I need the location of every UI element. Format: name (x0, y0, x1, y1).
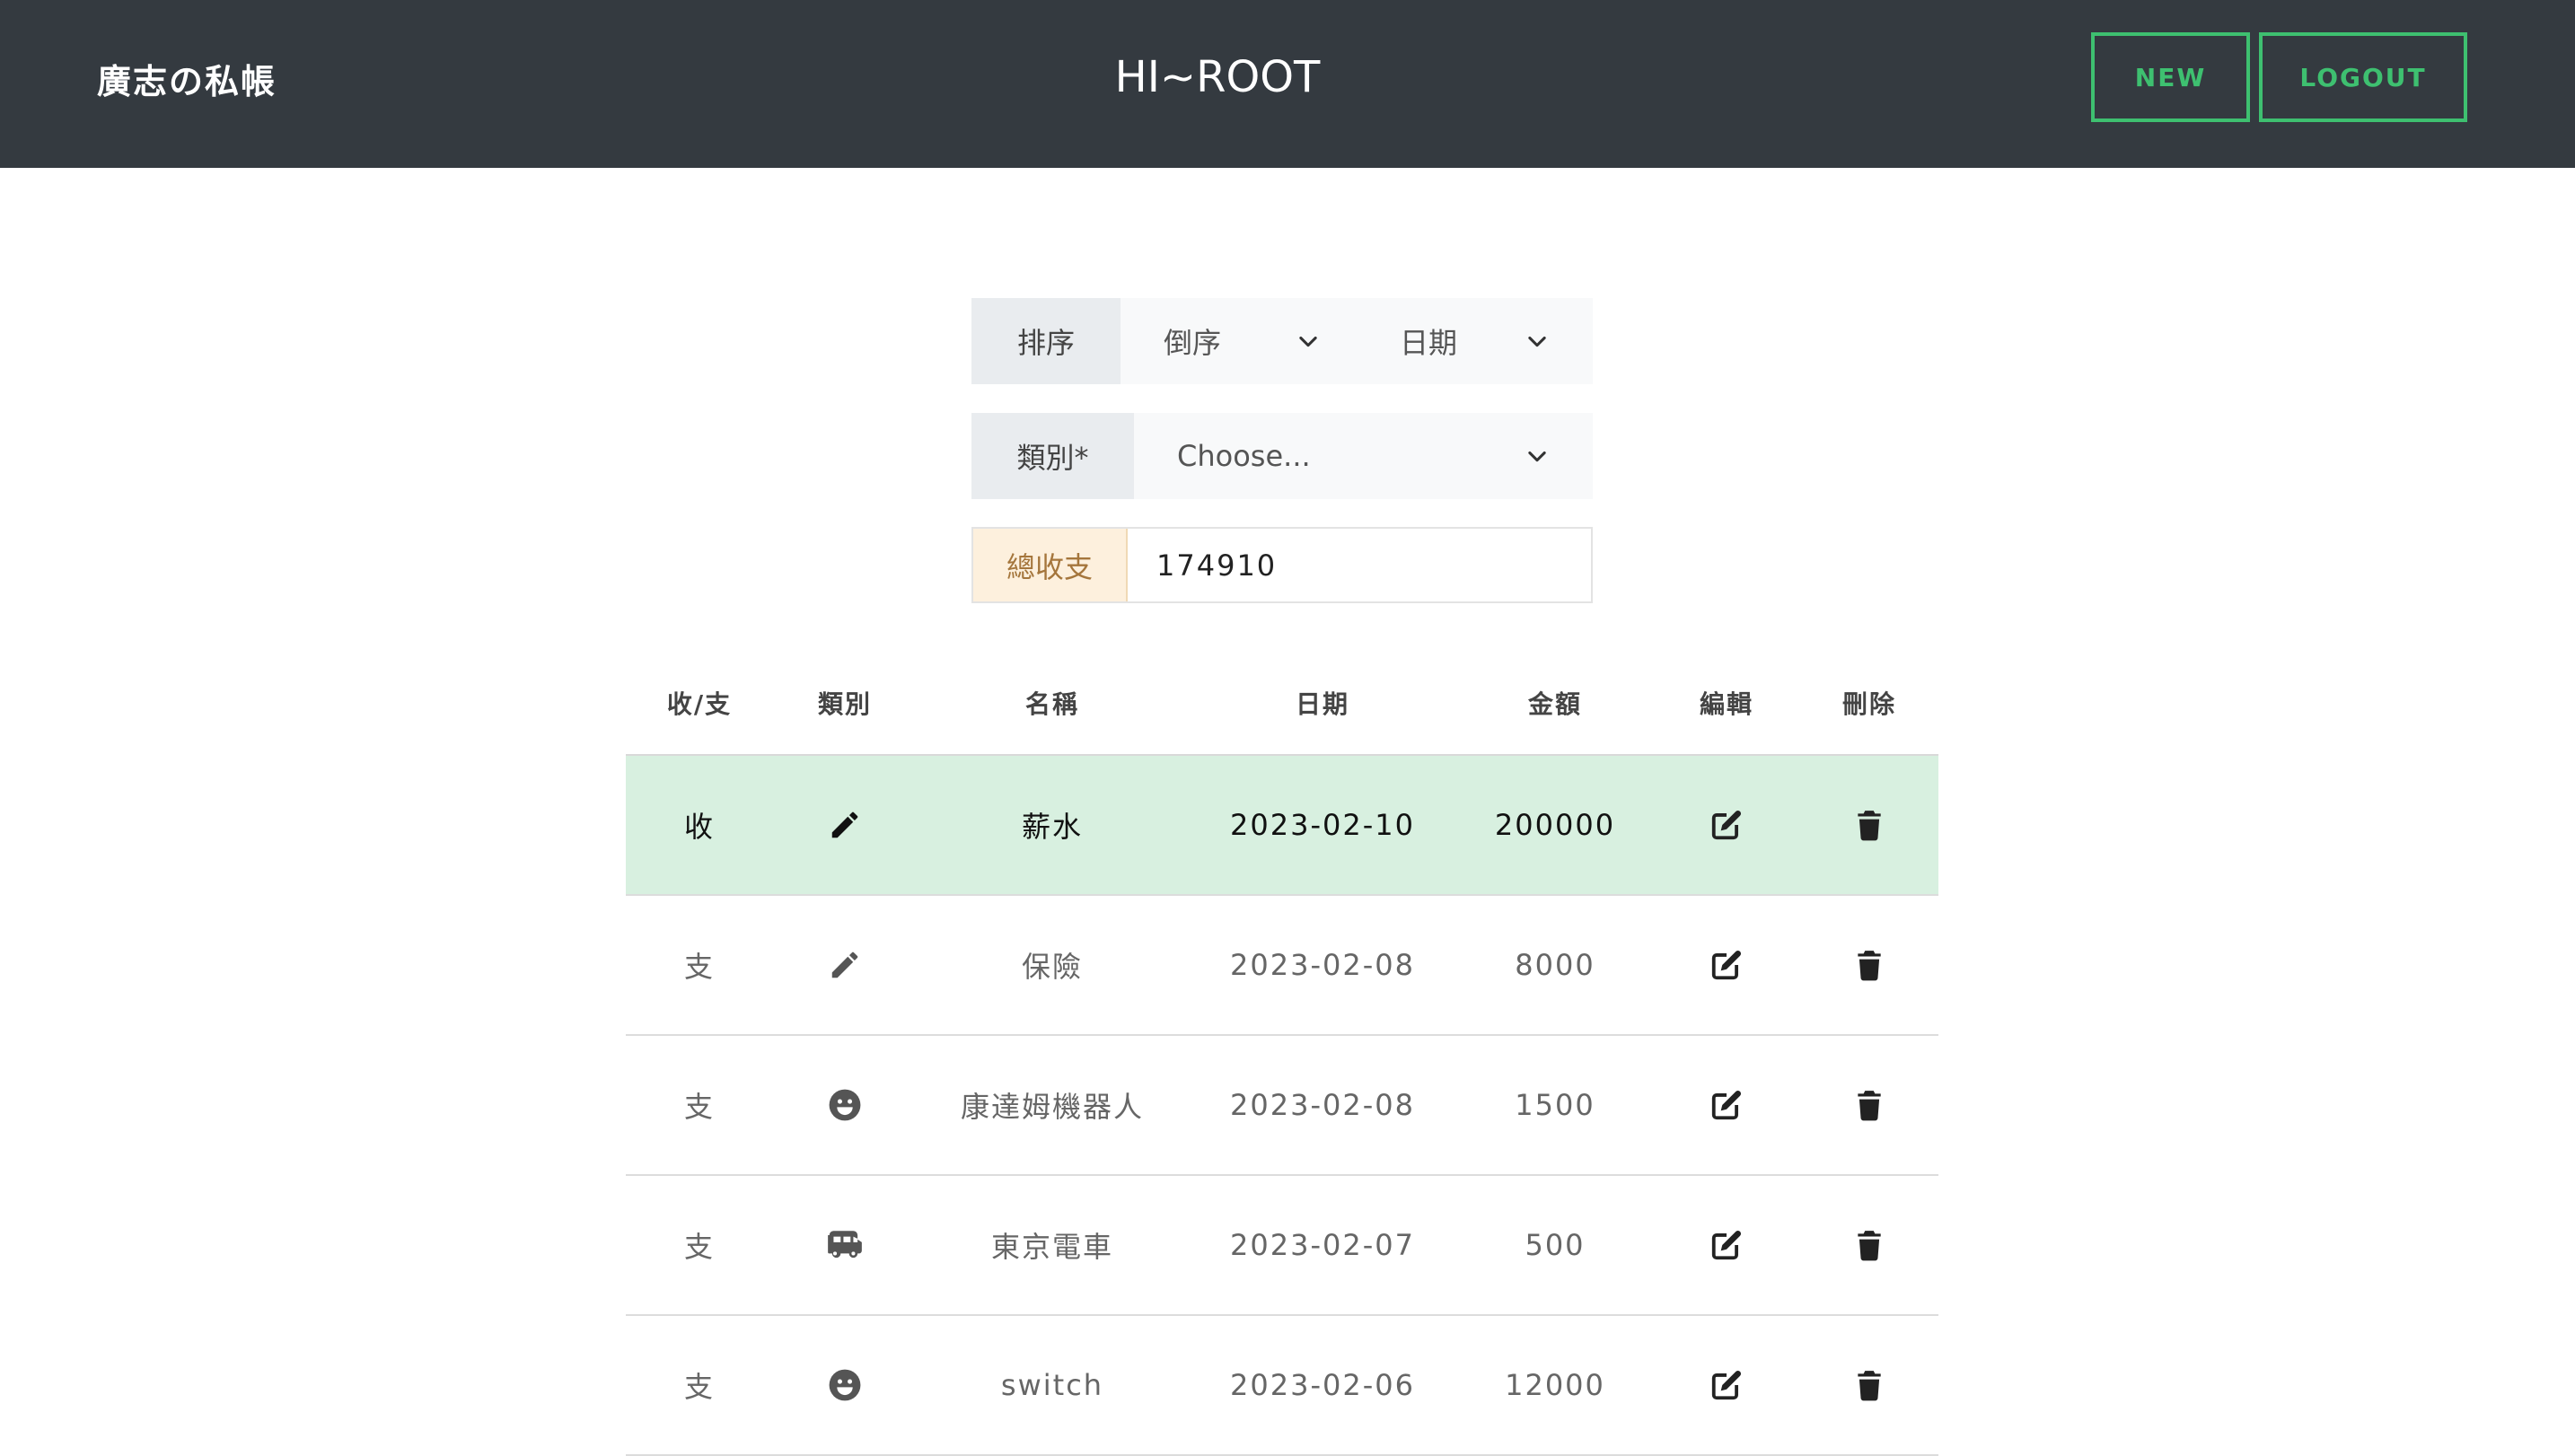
edit-button[interactable] (1653, 808, 1800, 842)
user-greeting: HI~ROOT (1114, 52, 1321, 102)
row-amount: 500 (1525, 1228, 1586, 1262)
delete-button[interactable] (1800, 1368, 1938, 1402)
sort-order-select[interactable]: 倒序 (1121, 298, 1357, 384)
sort-label: 排序 (971, 298, 1121, 384)
header-date: 日期 (1295, 689, 1349, 719)
row-category (773, 1368, 917, 1402)
row-name: switch (1000, 1368, 1104, 1402)
header-type: 收/支 (666, 689, 733, 719)
header-edit: 編輯 (1699, 689, 1753, 719)
row-amount: 8000 (1515, 948, 1595, 982)
chevron-down-icon (1528, 451, 1546, 462)
table-row: 支 東京電車 2023-02-07 500 (626, 1176, 1938, 1316)
edit-icon (1711, 1230, 1742, 1260)
total-value: 174910 (1156, 548, 1278, 583)
row-name: 保險 (1021, 950, 1083, 984)
edit-icon (1711, 810, 1742, 840)
total-label: 總收支 (973, 529, 1128, 601)
row-date: 2023-02-10 (1230, 808, 1415, 842)
row-type: 支 (683, 1230, 715, 1264)
edit-icon (1711, 950, 1742, 980)
trash-icon (1858, 1371, 1881, 1401)
row-type: 支 (683, 1370, 715, 1404)
delete-button[interactable] (1800, 808, 1938, 842)
edit-button[interactable] (1653, 1088, 1800, 1122)
ledger-table: 收/支 類別 名稱 日期 金額 編輯 刪除 收 薪水 2023-02-10 20… (626, 652, 1938, 1456)
row-category (773, 1225, 917, 1265)
row-date: 2023-02-08 (1230, 1088, 1415, 1122)
category-label: 類別* (971, 413, 1134, 499)
table-row: 支 保險 2023-02-08 8000 (626, 896, 1938, 1036)
trash-icon (1858, 1231, 1881, 1261)
row-amount: 1500 (1515, 1088, 1595, 1122)
row-date: 2023-02-06 (1230, 1368, 1415, 1402)
smile-icon (829, 1089, 861, 1121)
header-amount: 金額 (1527, 689, 1582, 719)
sort-field-select[interactable]: 日期 (1357, 298, 1593, 384)
row-date: 2023-02-08 (1230, 948, 1415, 982)
row-name: 薪水 (1021, 810, 1083, 844)
delete-button[interactable] (1800, 1228, 1938, 1262)
total-group: 總收支 174910 (971, 527, 1593, 603)
sort-group: 排序 倒序 日期 (971, 298, 1593, 384)
chevron-down-icon (1528, 336, 1546, 347)
edit-button[interactable] (1653, 1228, 1800, 1262)
top-navbar: 廣志の私帳 HI~ROOT NEW LOGOUT (0, 0, 2575, 168)
category-select-value: Choose... (1177, 439, 1311, 473)
table-header-row: 收/支 類別 名稱 日期 金額 編輯 刪除 (626, 652, 1938, 756)
pencil-icon (831, 811, 858, 838)
trash-icon (1858, 951, 1881, 981)
row-name: 康達姆機器人 (960, 1090, 1144, 1124)
row-date: 2023-02-07 (1230, 1228, 1415, 1262)
edit-icon (1711, 1090, 1742, 1120)
row-category (773, 1088, 917, 1122)
table-row: 收 薪水 2023-02-10 200000 (626, 756, 1938, 896)
new-button[interactable]: NEW (2091, 32, 2250, 122)
sort-field-value: 日期 (1400, 326, 1458, 360)
row-category (773, 808, 917, 842)
trash-icon (1858, 1091, 1881, 1121)
row-type: 支 (683, 950, 715, 984)
edit-button[interactable] (1653, 1368, 1800, 1402)
row-name: 東京電車 (990, 1230, 1113, 1264)
edit-button[interactable] (1653, 948, 1800, 982)
row-amount: 12000 (1505, 1368, 1605, 1402)
trash-icon (1858, 811, 1881, 841)
row-category (773, 948, 917, 982)
edit-icon (1711, 1370, 1742, 1400)
header-name: 名稱 (1024, 689, 1079, 719)
logout-button[interactable]: LOGOUT (2259, 32, 2467, 122)
table-row: 支 switch 2023-02-06 12000 (626, 1316, 1938, 1456)
row-type: 支 (683, 1090, 715, 1124)
category-select[interactable]: Choose... (1134, 413, 1593, 499)
chevron-down-icon (1299, 336, 1317, 347)
header-delete: 刪除 (1841, 689, 1896, 719)
category-group: 類別* Choose... (971, 413, 1593, 499)
bus-icon (828, 1231, 862, 1259)
table-row: 支 康達姆機器人 2023-02-08 1500 (626, 1036, 1938, 1176)
sort-order-value: 倒序 (1164, 326, 1222, 360)
header-category: 類別 (817, 689, 872, 719)
row-type: 收 (683, 810, 715, 844)
delete-button[interactable] (1800, 948, 1938, 982)
pencil-icon (831, 952, 858, 978)
smile-icon (829, 1369, 861, 1401)
delete-button[interactable] (1800, 1088, 1938, 1122)
row-amount: 200000 (1494, 808, 1616, 842)
